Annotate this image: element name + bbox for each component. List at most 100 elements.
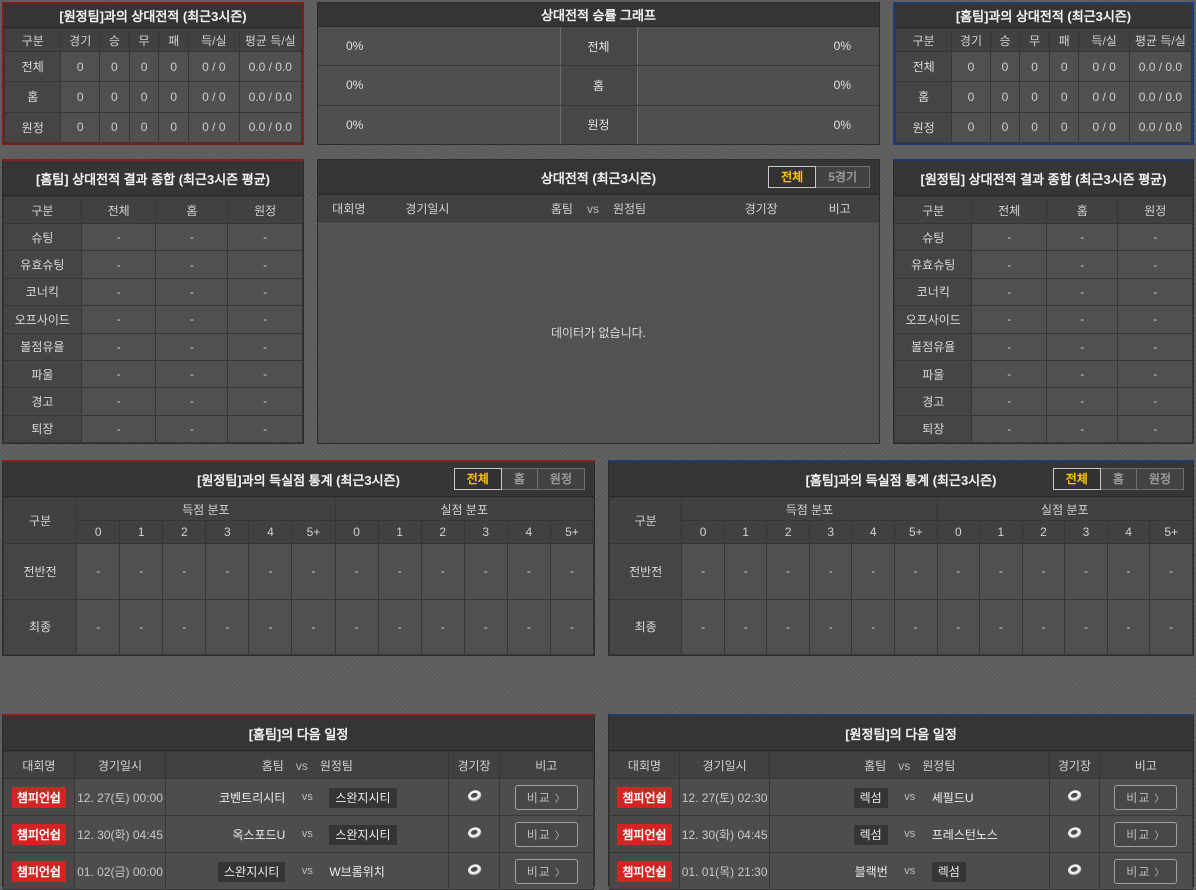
away-team-wrap: 셰필드U — [932, 789, 1049, 806]
vs-label: vs — [904, 865, 916, 877]
compare-button[interactable]: 비교 〉 — [514, 821, 578, 847]
compare-button[interactable]: 비교 〉 — [1114, 784, 1178, 810]
metric-value: - — [1045, 332, 1119, 361]
league-cell: 챔피언쉽 — [609, 852, 680, 890]
row-label: 전반전 — [2, 543, 78, 600]
panel-title: 상대전적 승률 그래프 — [318, 3, 879, 27]
bin-header: 3 — [205, 520, 250, 544]
panel-title: [홈팀] 상대전적 결과 종합 (최근3시즌 평균) — [3, 161, 303, 196]
table-row: 퇴장 - - - — [893, 414, 1193, 444]
goal-value: - — [420, 598, 465, 655]
stadium-ball-icon[interactable] — [466, 788, 483, 803]
league-badge: 챔피언쉽 — [11, 823, 66, 845]
goal-value: - — [377, 598, 422, 655]
panel-goals-vs-away: [원정팀]과의 득실점 통계 (최근3시즌) 전체 홈 원정 구분 득점 분포 실점 분… — [2, 460, 595, 656]
away-team-wrap: W브롬위치 — [329, 863, 448, 880]
metric-label: 유효슈팅 — [893, 250, 973, 279]
datetime-cell: 12. 30(화) 04:45 — [73, 815, 167, 853]
stat-value: 0 — [989, 111, 1021, 144]
column-header: 원정 — [227, 196, 303, 224]
bin-header: 0 — [334, 520, 379, 544]
stadium-ball-icon[interactable] — [1066, 788, 1083, 803]
goal-value: - — [549, 543, 595, 600]
away-header: 원정팀 — [612, 201, 647, 216]
home-header: 홈팀 — [261, 758, 284, 773]
tab-원정[interactable]: 원정 — [1135, 468, 1184, 490]
column-header: 전체 — [971, 196, 1047, 224]
compare-button[interactable]: 비교 〉 — [514, 858, 578, 884]
compare-label: 비교 — [526, 790, 551, 805]
column-header: 승 — [989, 28, 1021, 52]
tab-홈[interactable]: 홈 — [1099, 468, 1137, 490]
panel-title-text: [원정팀]과의 득실점 통계 (최근3시즌) — [197, 472, 400, 488]
panel-h2h-vs-away: [원정팀]과의 상대전적 (최근3시즌) 구분 경기 승 무 패 득/실 평균 득/실 전체 0… — [2, 2, 304, 145]
h2h-away-table: 구분 경기 승 무 패 득/실 평균 득/실 전체 0 0 0 0 0 / 0 0.0 / 0.0 홈 0 0 0… — [3, 28, 303, 144]
table-row: 볼점유율 - - - — [893, 332, 1193, 361]
stadium-cell — [1049, 815, 1100, 853]
table-row: 경고 - - - — [893, 387, 1193, 416]
table-row: 파울 - - - — [3, 359, 303, 389]
goals-away-table: 구분 득점 분포 실점 분포 0 1 2 3 4 5+ 0 1 2 3 4 5+ 전반전 - - - - - - - - - - -… — [2, 497, 595, 655]
tab-홈[interactable]: 홈 — [500, 468, 538, 490]
goal-value: - — [1021, 543, 1066, 600]
tab-전체[interactable]: 전체 — [453, 468, 502, 490]
goal-value: - — [808, 543, 853, 600]
metric-label: 볼점유율 — [893, 332, 973, 361]
metric-value: - — [971, 305, 1047, 334]
away-team: 셰필드U — [931, 790, 974, 805]
group-header: 실점 분포 — [936, 497, 1194, 521]
table-row: 원정 0 0 0 0 0 / 0 0.0 / 0.0 — [894, 111, 1193, 144]
league-badge: 챔피언쉽 — [617, 823, 672, 845]
compare-button[interactable]: 비교 〉 — [1114, 821, 1178, 847]
metric-value: - — [155, 414, 229, 444]
row-label: 전체 — [894, 50, 953, 83]
league-badge: 챔피언쉽 — [11, 860, 66, 882]
tab-전체[interactable]: 전체 — [768, 166, 817, 188]
match-datetime: 12. 30(화) 04:45 — [77, 827, 163, 842]
metric-value: - — [1117, 332, 1193, 361]
bin-header: 4 — [506, 520, 551, 544]
stat-value: 0 — [1048, 81, 1080, 113]
header-group-row: 구분 득점 분포 실점 분포 — [2, 497, 595, 544]
row-label: 최종 — [2, 598, 78, 655]
compare-button[interactable]: 비교 〉 — [1114, 858, 1178, 884]
h2h-list-tabs: 전체 5경기 — [768, 166, 870, 188]
home-team: 블랙번 — [854, 864, 888, 879]
graph-left-value: 0% — [346, 39, 364, 54]
corner-header: 구분 — [608, 497, 683, 544]
tab-전체[interactable]: 전체 — [1052, 468, 1101, 490]
chevron-right-icon: 〉 — [1154, 830, 1166, 842]
graph-row-label: 원정 — [559, 105, 638, 144]
stadium-cell — [448, 852, 500, 890]
metric-value: - — [80, 359, 157, 389]
stadium-ball-icon[interactable] — [466, 862, 483, 877]
goal-value: - — [463, 598, 508, 655]
stat-value: 0 — [989, 50, 1021, 83]
stat-value: 0 — [99, 50, 130, 83]
home-team-wrap: 렉섬 — [771, 824, 888, 845]
away-team: 렉섬 — [931, 861, 966, 882]
stadium-ball-icon[interactable] — [466, 825, 483, 840]
stadium-ball-icon[interactable] — [1066, 862, 1083, 877]
list-column-header: 경기일시 — [405, 201, 450, 216]
goal-value: - — [808, 598, 853, 655]
teams-wrap: 코벤트리시티 vs 스완지시티 — [167, 787, 448, 808]
compare-button[interactable]: 비교 〉 — [514, 784, 578, 810]
panel-winrate-graph: 상대전적 승률 그래프 0% 전체 0% 0% 홈 0% 0% 원정 0% — [317, 2, 880, 145]
metric-label: 코너킥 — [893, 277, 973, 307]
home-team-wrap: 옥스포드U — [167, 826, 286, 843]
stat-value: 0.0 / 0.0 — [238, 111, 303, 144]
stadium-ball-icon[interactable] — [1066, 825, 1083, 840]
metric-value: - — [1117, 387, 1193, 416]
goal-value: - — [463, 543, 508, 600]
stat-value: 0 — [1019, 81, 1050, 113]
tab-5경기[interactable]: 5경기 — [815, 166, 870, 188]
stat-value: 0.0 / 0.0 — [1128, 81, 1193, 113]
metric-value: - — [227, 222, 303, 252]
metric-value: - — [80, 414, 157, 444]
metric-label: 퇴장 — [3, 414, 82, 444]
metric-label: 파울 — [3, 359, 82, 389]
row-label: 원정 — [894, 111, 953, 144]
graph-left-value: 0% — [346, 117, 364, 132]
tab-원정[interactable]: 원정 — [536, 468, 585, 490]
